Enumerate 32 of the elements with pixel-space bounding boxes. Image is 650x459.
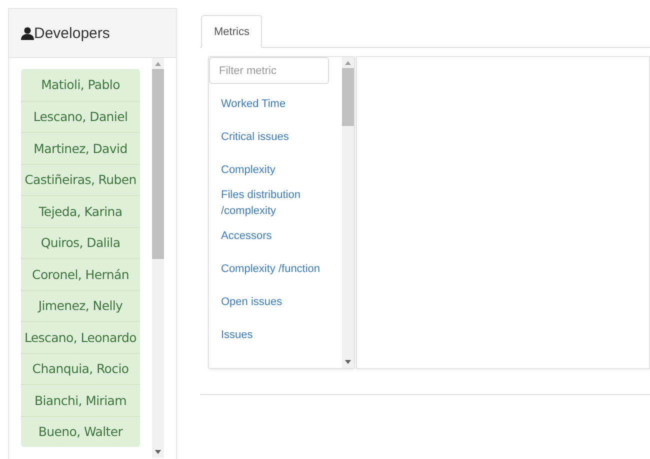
- developer-item[interactable]: Lescano, Leonardo: [21, 321, 140, 352]
- scrollbar[interactable]: [152, 58, 164, 458]
- developer-item[interactable]: Castiñeiras, Ruben: [21, 164, 140, 195]
- developer-item[interactable]: Matioli, Pablo: [21, 69, 140, 100]
- developer-item[interactable]: Bueno, Walter: [21, 416, 140, 447]
- metric-link[interactable]: Accessors: [209, 228, 284, 244]
- metric-link[interactable]: Files distribution /complexity: [209, 186, 342, 218]
- metric-link[interactable]: Complexity /function: [209, 260, 332, 276]
- scrollbar[interactable]: [342, 57, 354, 368]
- developer-item[interactable]: Bianchi, Miriam: [21, 384, 140, 416]
- developer-item[interactable]: Chanquia, Rocio: [21, 352, 140, 384]
- scroll-up-icon[interactable]: [345, 61, 351, 65]
- developer-item[interactable]: Martinez, David: [21, 132, 140, 164]
- scrollbar-thumb[interactable]: [152, 69, 164, 259]
- metric-link[interactable]: Complexity: [209, 162, 288, 178]
- tab[interactable]: Metrics: [201, 15, 262, 48]
- metric-link[interactable]: Critical issues: [209, 128, 301, 144]
- developer-item[interactable]: Lescano, Daniel: [21, 100, 140, 132]
- metric-link[interactable]: Worked Time: [209, 96, 298, 112]
- scrollbar-thumb[interactable]: [342, 68, 354, 126]
- developer-item[interactable]: Tejeda, Karina: [21, 195, 140, 226]
- filter-field[interactable]: Filter metric: [209, 57, 329, 84]
- metric-link[interactable]: Issues: [209, 326, 265, 342]
- metric-link[interactable]: Open issues: [209, 294, 294, 310]
- scroll-down-icon[interactable]: [155, 450, 161, 454]
- scroll-up-icon[interactable]: [155, 62, 161, 66]
- developer-item[interactable]: Coronel, Hernán: [21, 258, 140, 290]
- developer-item[interactable]: Quiros, Dalila: [21, 226, 140, 258]
- panel-title: Developers: [34, 24, 110, 42]
- scroll-down-icon[interactable]: [345, 360, 351, 364]
- developer-item[interactable]: Jimenez, Nelly: [21, 290, 140, 321]
- user-icon: [21, 26, 34, 40]
